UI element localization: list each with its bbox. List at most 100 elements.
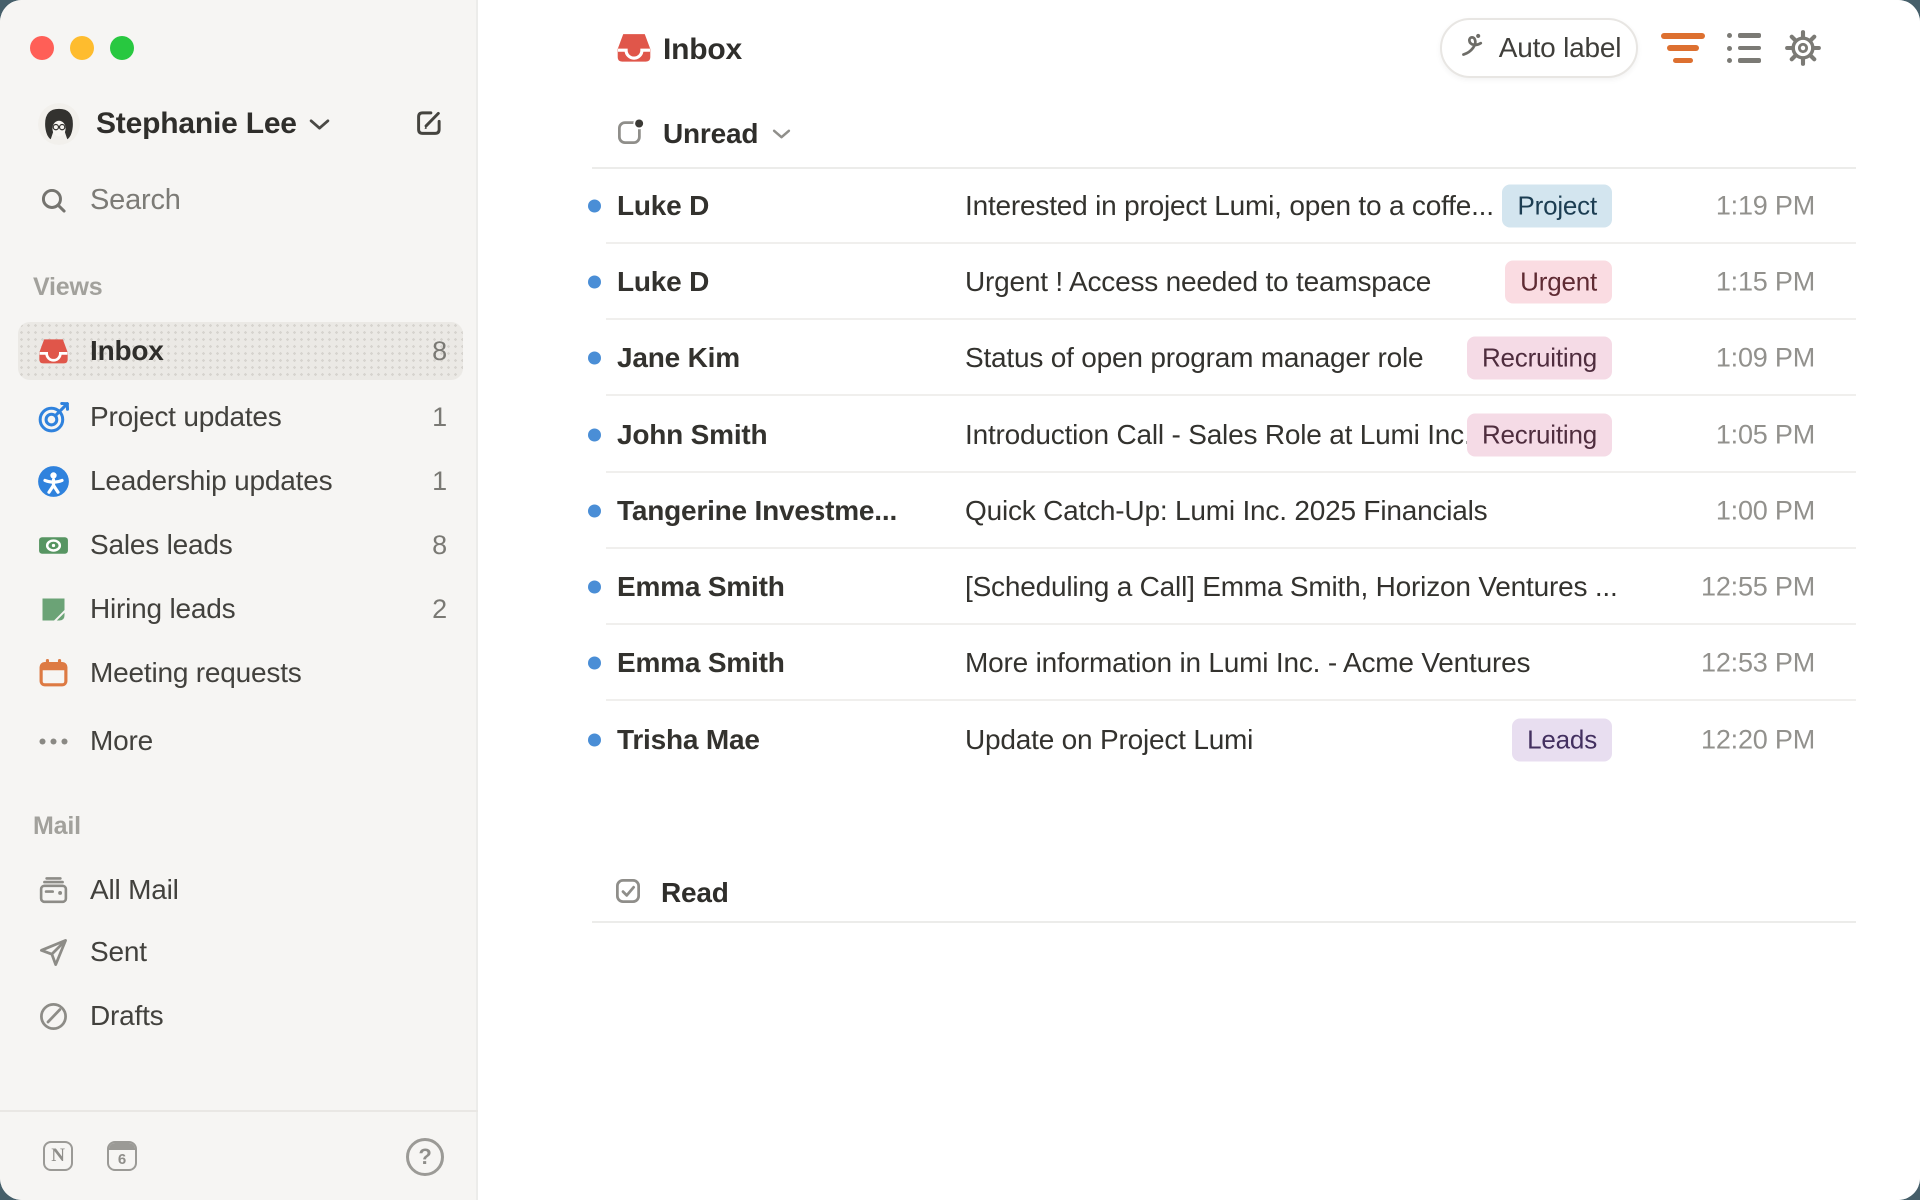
sidebar-item-project-updates[interactable]: Project updates 1 [18, 388, 463, 446]
compose-button[interactable] [406, 102, 452, 148]
read-section-divider [592, 921, 1856, 923]
label-badge: Leads [1512, 719, 1612, 762]
minimize-window-button[interactable] [70, 36, 94, 60]
unread-section-icon [615, 117, 645, 152]
email-row[interactable]: Luke D Interested in project Lumi, open … [480, 168, 1920, 244]
email-subject: More information in Lumi Inc. - Acme Ven… [965, 647, 1530, 679]
person-icon [36, 464, 70, 498]
sidebar-item-drafts[interactable]: Drafts [18, 987, 463, 1045]
sidebar-item-label: Project updates [90, 401, 282, 433]
calendar-icon [36, 656, 70, 690]
row-divider [606, 699, 1856, 701]
zoom-window-button[interactable] [110, 36, 134, 60]
email-sender: Luke D [617, 190, 709, 222]
email-row[interactable]: Luke D Urgent ! Access needed to teamspa… [480, 244, 1920, 320]
email-time: 12:55 PM [1701, 572, 1815, 603]
page-title: Inbox [663, 33, 742, 67]
unread-dot [588, 429, 601, 442]
email-row[interactable]: Trisha Mae Update on Project Lumi Leads … [480, 702, 1920, 778]
sidebar-item-more[interactable]: More [18, 712, 463, 770]
sidebar-item-hiring-leads[interactable]: Hiring leads 2 [18, 580, 463, 638]
notion-logo-button[interactable]: N [43, 1141, 73, 1171]
email-row[interactable]: John Smith Introduction Call - Sales Rol… [480, 397, 1920, 473]
inbox-icon [615, 29, 653, 72]
views-section-header: Views [33, 273, 102, 302]
sidebar-item-all-mail[interactable]: All Mail [18, 861, 463, 919]
sidebar-item-inbox[interactable]: Inbox 8 [18, 322, 463, 380]
auto-label-button[interactable]: Auto label [1440, 18, 1638, 78]
unread-dot [588, 581, 601, 594]
note-icon [36, 592, 70, 626]
read-section-icon [613, 876, 643, 911]
label-badge: Recruiting [1467, 414, 1612, 457]
email-time: 1:00 PM [1716, 496, 1815, 527]
close-window-button[interactable] [30, 36, 54, 60]
unread-section-label: Unread [663, 118, 758, 150]
unread-count: 2 [432, 594, 447, 625]
email-subject: Introduction Call - Sales Role at Lumi I… [965, 419, 1472, 451]
email-time: 12:53 PM [1701, 648, 1815, 679]
sidebar-item-label: More [90, 725, 153, 757]
sidebar-item-sent[interactable]: Sent [18, 923, 463, 981]
email-sender: Emma Smith [617, 571, 785, 603]
calendar-app-button[interactable]: 6 [107, 1141, 137, 1171]
sidebar-item-meeting-requests[interactable]: Meeting requests [18, 644, 463, 702]
unread-section-header[interactable]: Unread [615, 119, 791, 149]
read-section-header[interactable]: Read [613, 878, 729, 908]
search-placeholder: Search [90, 184, 181, 217]
email-row[interactable]: Jane Kim Status of open program manager … [480, 320, 1920, 396]
unread-count: 8 [432, 530, 447, 561]
search-icon [36, 183, 70, 217]
email-time: 1:09 PM [1716, 343, 1815, 374]
target-icon [36, 400, 70, 434]
unread-dot [588, 734, 601, 747]
email-subject: Urgent ! Access needed to teamspace [965, 266, 1431, 298]
email-subject: Status of open program manager role [965, 342, 1423, 374]
search-input[interactable]: Search [18, 171, 463, 229]
email-row[interactable]: Tangerine Investme... Quick Catch-Up: Lu… [480, 473, 1920, 549]
mail-app-window: Stephanie Lee [0, 0, 1920, 1200]
email-subject: Update on Project Lumi [965, 724, 1253, 756]
unread-dot [588, 276, 601, 289]
all-mail-icon [36, 873, 70, 907]
email-row[interactable]: Emma Smith More information in Lumi Inc.… [480, 625, 1920, 701]
unread-count: 1 [432, 402, 447, 433]
email-subject: Quick Catch-Up: Lumi Inc. 2025 Financial… [965, 495, 1487, 527]
sidebar-item-label: Drafts [90, 1000, 163, 1032]
ellipsis-icon [36, 724, 70, 758]
sidebar-item-label: All Mail [90, 874, 179, 906]
sidebar: Stephanie Lee [0, 0, 478, 1200]
drafts-icon [36, 999, 70, 1033]
gear-icon [1784, 54, 1822, 71]
send-icon [36, 935, 70, 969]
sidebar-item-sales-leads[interactable]: Sales leads 8 [18, 516, 463, 574]
unread-dot [588, 352, 601, 365]
sidebar-item-label: Inbox [90, 335, 164, 367]
row-divider [606, 394, 1856, 396]
email-sender: Luke D [617, 266, 709, 298]
money-icon [36, 528, 70, 562]
settings-button[interactable] [1784, 29, 1822, 67]
filter-button[interactable] [1661, 33, 1705, 63]
inbox-icon [36, 334, 70, 368]
email-time: 1:15 PM [1716, 267, 1815, 298]
chevron-down-icon [309, 118, 330, 131]
sidebar-item-leadership-updates[interactable]: Leadership updates 1 [18, 452, 463, 510]
unread-dot [588, 657, 601, 670]
email-sender: John Smith [617, 419, 767, 451]
list-view-button[interactable] [1727, 33, 1761, 63]
calendar-badge-top [109, 1143, 135, 1150]
unread-dot [588, 200, 601, 213]
account-switcher[interactable]: Stephanie Lee [18, 95, 330, 153]
chevron-down-icon [772, 128, 791, 140]
email-sender: Trisha Mae [617, 724, 760, 756]
help-button[interactable]: ? [406, 1138, 444, 1176]
compose-icon [413, 107, 445, 144]
email-time: 1:19 PM [1716, 191, 1815, 222]
avatar [38, 103, 80, 145]
mail-list-panel: Inbox Auto label [480, 0, 1920, 1200]
label-badge: Urgent [1505, 261, 1612, 304]
email-row[interactable]: Emma Smith [Scheduling a Call] Emma Smit… [480, 549, 1920, 625]
sidebar-footer-divider [0, 1110, 478, 1112]
email-subject: Interested in project Lumi, open to a co… [965, 190, 1494, 222]
